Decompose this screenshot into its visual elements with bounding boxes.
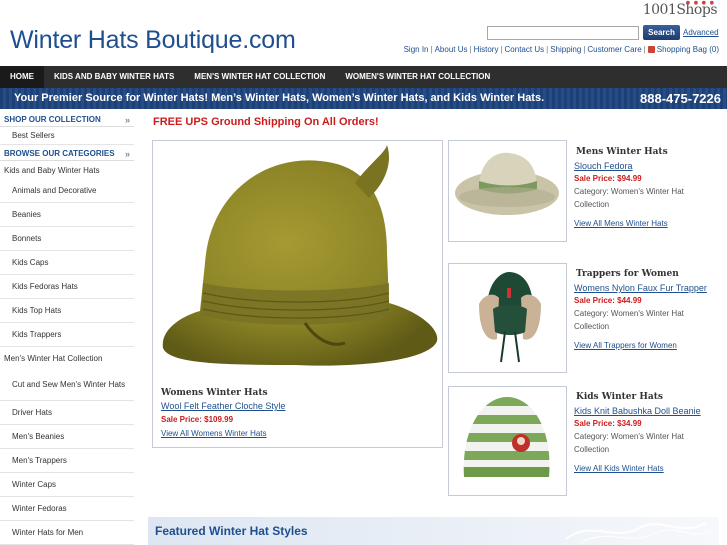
sidebar-item-winter-hats-men[interactable]: Winter Hats for Men: [0, 521, 134, 545]
sidebar-item-kids-trappers[interactable]: Kids Trappers: [0, 323, 134, 347]
sidebar-item-kids-caps[interactable]: Kids Caps: [0, 251, 134, 275]
sidebar-item-mens-beanies[interactable]: Men's Beanies: [0, 425, 134, 449]
sidebar-item-winter-caps[interactable]: Winter Caps: [0, 473, 134, 497]
slouch-fedora-image: [455, 152, 559, 215]
beanie-category: Category: Women's Winter Hat Collection: [574, 432, 684, 454]
sidebar-item-kids-top-hats[interactable]: Kids Top Hats: [0, 299, 134, 323]
shipping-link[interactable]: Shipping: [550, 45, 581, 54]
trapper-details: Trappers for Women Womens Nylon Faux Fur…: [574, 269, 719, 350]
shopping-bag-link[interactable]: Shopping Bag (0): [657, 45, 719, 54]
slouch-fedora-category: Category: Women's Winter Hat Collection: [574, 187, 684, 209]
sidebar-item-kids-fedoras[interactable]: Kids Fedoras Hats: [0, 275, 134, 299]
sidebar-item-mens-trappers[interactable]: Men's Trappers: [0, 449, 134, 473]
mens-hat-image-card[interactable]: [448, 140, 567, 242]
separator: |: [643, 45, 646, 54]
separator: |: [430, 45, 433, 54]
mens-category: Mens Winter Hats: [576, 147, 668, 157]
trapper-category: Category: Women's Winter Hat Collection: [574, 309, 684, 331]
separator: |: [500, 45, 503, 54]
trapper-image-card[interactable]: [448, 263, 567, 373]
featured-styles-bar: Featured Winter Hat Styles: [148, 517, 719, 545]
about-us-link[interactable]: About Us: [435, 45, 468, 54]
view-all-mens-link[interactable]: View All Mens Winter Hats: [574, 219, 719, 228]
sidebar-item-winter-fedoras[interactable]: Winter Fedoras: [0, 497, 134, 521]
phone-number: 888-475-7226: [640, 91, 721, 106]
sidebar-item-cut-and-sew[interactable]: Cut and Sew Men's Winter Hats: [0, 369, 134, 401]
slouch-fedora-link[interactable]: Slouch Fedora: [574, 161, 719, 171]
nav-kids-and-baby[interactable]: KIDS AND BABY WINTER HATS: [44, 66, 184, 88]
double-chevron-icon: »: [124, 149, 130, 159]
featured-heading: Featured Winter Hat Styles: [155, 524, 308, 538]
babushka-beanie-image: [463, 397, 550, 477]
browse-categories-heading[interactable]: BROWSE OUR CATEGORIES »: [0, 147, 134, 161]
shopping-bag-icon[interactable]: [647, 46, 655, 53]
shop-collection-label: SHOP OUR COLLECTION: [4, 115, 101, 124]
sidebar: SHOP OUR COLLECTION » Best Sellers BROWSE…: [0, 113, 134, 545]
main-feature-category: Womens Winter Hats: [161, 388, 268, 398]
decorative-swirl-icon: [565, 522, 710, 544]
top-links: Sign In | About Us | History | Contact Us | …: [404, 45, 719, 54]
brand-1001shops-logo[interactable]: 1001Shops ● ● ● ●: [643, 0, 718, 18]
main-feature-product-link[interactable]: Wool Felt Feather Cloche Style: [161, 401, 285, 411]
separator: |: [469, 45, 472, 54]
double-chevron-icon: »: [124, 115, 130, 125]
main-feature-card: Womens Winter Hats Wool Felt Feather Clo…: [152, 140, 443, 448]
search-button[interactable]: Search: [643, 25, 680, 40]
sidebar-group-kids[interactable]: Kids and Baby Winter Hats: [0, 161, 134, 179]
shop-collection-heading[interactable]: SHOP OUR COLLECTION »: [0, 113, 134, 127]
main-feature-price: Sale Price: $109.99: [161, 415, 234, 424]
history-link[interactable]: History: [474, 45, 499, 54]
browse-categories-label: BROWSE OUR CATEGORIES: [4, 149, 115, 158]
babushka-beanie-link[interactable]: Kids Knit Babushka Doll Beanie: [574, 406, 719, 416]
free-shipping-promo: FREE UPS Ground Shipping On All Orders!: [153, 116, 379, 128]
separator: |: [546, 45, 549, 54]
nav-womens-collection[interactable]: WOMEN'S WINTER HAT COLLECTION: [335, 66, 500, 88]
banner-tagline: Your Premier Source for Winter Hats! Men…: [14, 92, 545, 104]
brand-dots-icon: ● ● ● ●: [685, 0, 715, 6]
sign-in-link[interactable]: Sign In: [404, 45, 429, 54]
view-all-kids-link[interactable]: View All Kids Winter Hats: [574, 464, 719, 473]
sidebar-group-mens[interactable]: Men's Winter Hat Collection: [0, 347, 134, 369]
customer-care-link[interactable]: Customer Care: [587, 45, 641, 54]
advanced-search-link[interactable]: Advanced: [683, 28, 719, 37]
main-nav: HOME KIDS AND BABY WINTER HATS MEN'S WIN…: [0, 66, 727, 88]
site-header: Winter Hats Boutique.com 1001Shops ● ● ●…: [0, 0, 727, 66]
trappers-category: Trappers for Women: [576, 269, 679, 279]
view-all-womens-link[interactable]: View All Womens Winter Hats: [161, 429, 267, 438]
nav-mens-collection[interactable]: MEN'S WINTER HAT COLLECTION: [184, 66, 335, 88]
faux-fur-trapper-link[interactable]: Womens Nylon Faux Fur Trapper: [574, 283, 719, 293]
faux-fur-trapper-image: [479, 272, 541, 363]
kids-beanie-details: Kids Winter Hats Kids Knit Babushka Doll…: [574, 392, 719, 473]
slouch-fedora-price: Sale Price: $94.99: [574, 174, 642, 183]
sidebar-item-beanies[interactable]: Beanies: [0, 203, 134, 227]
nav-home[interactable]: HOME: [0, 66, 44, 88]
contact-us-link[interactable]: Contact Us: [505, 45, 545, 54]
beanie-price: Sale Price: $34.99: [574, 419, 642, 428]
mens-hat-details: Mens Winter Hats Slouch Fedora Sale Pric…: [574, 147, 719, 228]
sidebar-item-bonnets[interactable]: Bonnets: [0, 227, 134, 251]
promo-banner: Your Premier Source for Winter Hats! Men…: [0, 88, 727, 109]
kids-category: Kids Winter Hats: [576, 392, 663, 402]
cloche-hat-image[interactable]: [155, 143, 440, 381]
view-all-trappers-link[interactable]: View All Trappers for Women: [574, 341, 719, 350]
kids-beanie-image-card[interactable]: [448, 386, 567, 496]
sidebar-item-best-sellers[interactable]: Best Sellers: [0, 127, 134, 145]
sidebar-item-animals[interactable]: Animals and Decorative: [0, 179, 134, 203]
sidebar-item-driver-hats[interactable]: Driver Hats: [0, 401, 134, 425]
trapper-price: Sale Price: $44.99: [574, 296, 642, 305]
separator: |: [583, 45, 586, 54]
site-logo[interactable]: Winter Hats Boutique.com: [10, 26, 296, 55]
search-input[interactable]: [487, 26, 639, 40]
